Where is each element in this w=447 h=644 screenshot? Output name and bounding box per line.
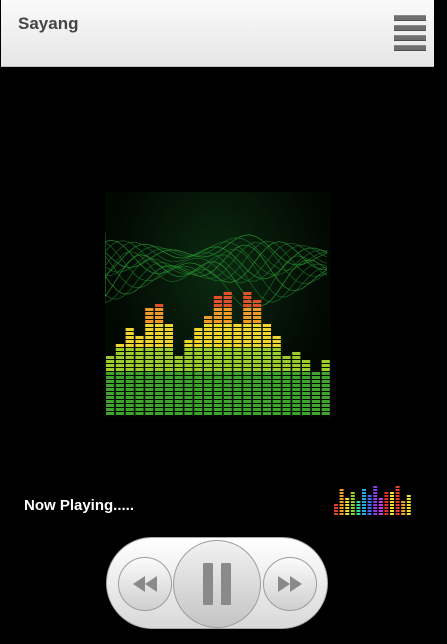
hamburger-menu-icon[interactable] <box>394 15 426 51</box>
app-title: Sayang <box>18 14 79 33</box>
equalizer-icon <box>334 486 411 515</box>
rewind-icon <box>133 576 157 592</box>
pause-button[interactable] <box>173 540 261 628</box>
fast-forward-icon <box>278 576 302 592</box>
menu-line <box>394 25 426 31</box>
fast-forward-button[interactable] <box>263 557 317 611</box>
now-playing-label: Now Playing..... <box>24 497 135 514</box>
playback-controls <box>106 537 328 629</box>
app-bar: Sayang <box>1 0 434 67</box>
album-art-graphic <box>105 232 330 415</box>
pause-icon <box>199 563 235 605</box>
equalizer-album-art <box>105 192 331 418</box>
rewind-button[interactable] <box>118 557 172 611</box>
menu-line <box>394 35 426 41</box>
menu-line <box>394 45 426 51</box>
menu-line <box>394 15 426 21</box>
